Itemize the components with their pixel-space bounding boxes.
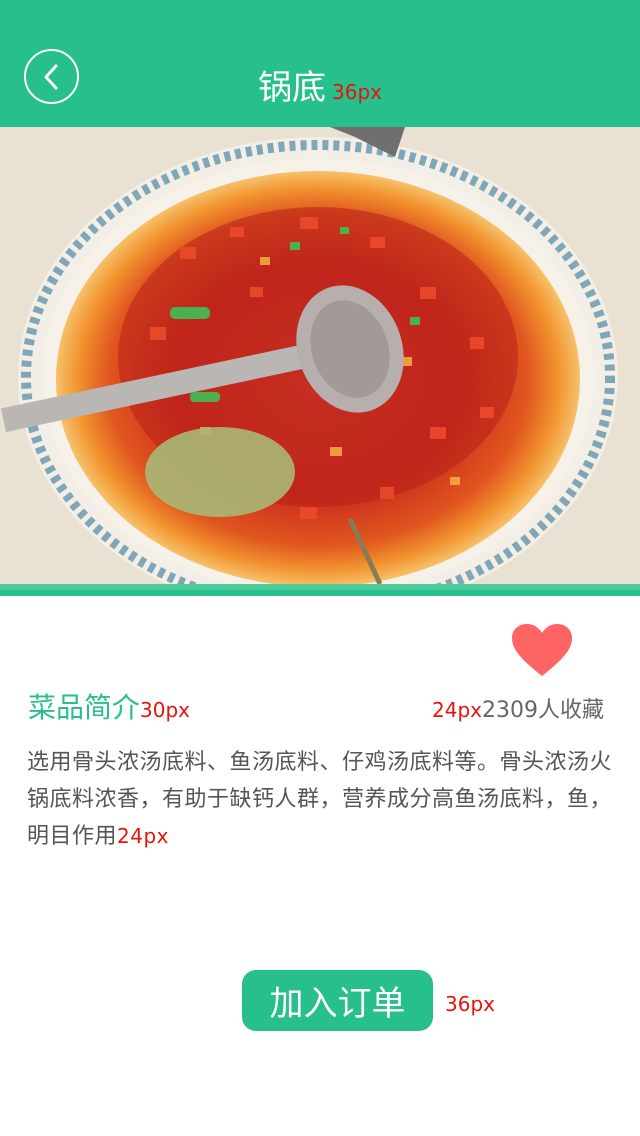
hotpot-photo: [0, 127, 640, 584]
title-group: 锅底 36px: [0, 60, 640, 109]
description-size-annotation: 24px: [117, 824, 169, 848]
order-button-size-annotation: 36px: [445, 992, 495, 1016]
header-bar: 锅底 36px: [0, 0, 640, 127]
page-title: 锅底: [258, 68, 326, 108]
favorite-size-annotation: 24px: [432, 698, 482, 722]
dish-detail-screen: 锅底 36px 菜品简介 30px 24px 2309人收藏 选用骨头浓汤底料、…: [0, 0, 640, 1136]
intro-title-size-annotation: 30px: [140, 698, 190, 722]
description-text: 选用骨头浓汤底料、鱼汤底料、仔鸡汤底料等。骨头浓汤火锅底料浓香，有助于缺钙人群，…: [27, 750, 613, 849]
intro-heading-group: 菜品简介 30px: [28, 686, 190, 726]
dish-image: [0, 127, 640, 584]
heart-icon[interactable]: [512, 624, 572, 678]
favorite-count-group: 24px 2309人收藏: [432, 692, 604, 724]
favorite-count: 2309人收藏: [482, 698, 604, 723]
image-bottom-bar: [0, 584, 640, 596]
add-to-order-button[interactable]: 加入订单: [242, 970, 433, 1031]
dish-description: 选用骨头浓汤底料、鱼汤底料、仔鸡汤底料等。骨头浓汤火锅底料浓香，有助于缺钙人群，…: [27, 744, 619, 855]
title-size-annotation: 36px: [332, 80, 382, 104]
intro-title: 菜品简介: [28, 691, 141, 724]
